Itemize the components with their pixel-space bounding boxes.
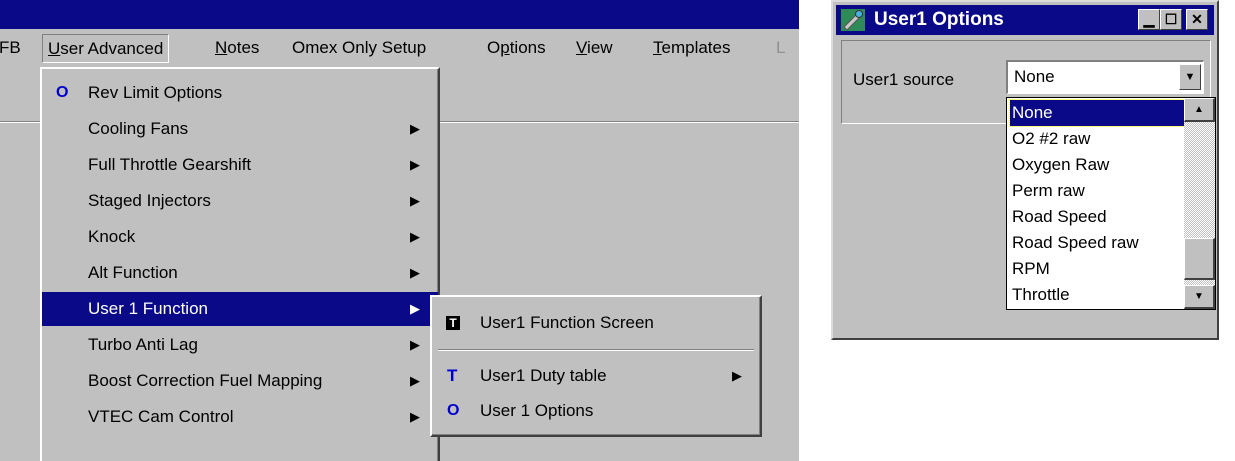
menu-view-rest: iew <box>587 38 613 57</box>
submenu-arrow-icon: ▶ <box>410 193 420 208</box>
user-advanced-menu: O Rev Limit Options Cooling Fans ▶ Full … <box>40 67 440 461</box>
submenu-arrow-icon: ▶ <box>410 301 420 316</box>
menu-item-staged-injectors[interactable]: Staged Injectors ▶ <box>42 184 438 218</box>
menu-item-label: User 1 Function <box>88 299 208 318</box>
menu-item-user1-function-screen[interactable]: T User1 Function Screen <box>432 307 760 339</box>
menu-notes-mnemonic: N <box>215 38 228 57</box>
options-glyph-icon: O <box>56 84 69 101</box>
submenu-arrow-icon: ▶ <box>410 337 420 352</box>
list-item[interactable]: Road Speed <box>1010 204 1184 230</box>
menu-item-label: Knock <box>88 227 136 246</box>
minimize-button[interactable]: ▁ <box>1138 9 1160 30</box>
menu-bar: FB User Advanced Notes Omex Only Setup O… <box>0 29 799 67</box>
maximize-button[interactable]: ☐ <box>1160 9 1182 30</box>
toolbar-divider <box>438 121 799 123</box>
menu-templates-mnemonic: T <box>653 38 662 57</box>
list-item[interactable]: Throttle <box>1010 282 1184 308</box>
wrench-icon <box>841 9 865 31</box>
submenu-arrow-icon: ▶ <box>410 229 420 244</box>
menu-templates-rest: emplates <box>661 38 731 57</box>
menu-item-label: Cooling Fans <box>88 119 189 138</box>
menu-clipped[interactable]: L <box>771 34 790 61</box>
scroll-up-arrow-icon[interactable]: ▲ <box>1184 98 1215 122</box>
menu-item-label: Full Throttle Gearshift <box>88 155 252 174</box>
close-button[interactable]: ✕ <box>1186 9 1208 30</box>
menu-omex-only-setup[interactable]: Omex Only Setup <box>287 34 431 61</box>
menu-options-rest: tions <box>509 38 546 57</box>
menu-notes[interactable]: Notes <box>210 34 264 61</box>
list-item[interactable]: None <box>1009 99 1185 127</box>
menu-user-advanced-rest: ser Advanced <box>60 39 164 58</box>
submenu-arrow-icon: ▶ <box>410 157 420 172</box>
scrollbar-thumb[interactable] <box>1184 238 1215 280</box>
title-bar <box>0 0 799 29</box>
menu-item-full-throttle-gearshift[interactable]: Full Throttle Gearshift ▶ <box>42 148 438 182</box>
menu-item-label: User1 Function Screen <box>480 313 654 332</box>
menu-item-cooling-fans[interactable]: Cooling Fans ▶ <box>42 112 438 146</box>
menu-item-label: Staged Injectors <box>88 191 211 210</box>
menu-item-vtec-cam-control[interactable]: VTEC Cam Control ▶ <box>42 400 438 434</box>
menu-item-user-1-function[interactable]: User 1 Function ▶ <box>42 292 438 326</box>
menu-separator <box>438 349 754 351</box>
menu-view[interactable]: View <box>571 34 618 61</box>
list-item[interactable]: O2 #2 raw <box>1010 126 1184 152</box>
list-item[interactable]: Perm raw <box>1010 178 1184 204</box>
menu-user-advanced[interactable]: User Advanced <box>42 34 170 63</box>
submenu-arrow-icon: ▶ <box>732 368 742 383</box>
menu-item-label: Boost Correction Fuel Mapping <box>88 371 323 390</box>
menu-options-pre: O <box>487 38 501 57</box>
menu-item-label: Rev Limit Options <box>88 83 223 102</box>
source-select-value: None <box>1014 67 1055 86</box>
chevron-down-icon[interactable]: ▼ <box>1179 64 1201 90</box>
list-item[interactable]: Oxygen Raw <box>1010 152 1184 178</box>
menu-notes-rest: otes <box>227 38 260 57</box>
menu-item-label: VTEC Cam Control <box>88 407 234 426</box>
menu-item-label: Alt Function <box>88 263 178 282</box>
menu-templates[interactable]: Templates <box>648 34 735 61</box>
dialog-title-bar[interactable]: User1 Options ▁ ☐ ✕ <box>836 5 1214 35</box>
table-glyph-icon: T <box>447 366 458 385</box>
source-label: User1 source <box>853 70 955 89</box>
submenu-arrow-icon: ▶ <box>410 265 420 280</box>
menu-item-user-1-options[interactable]: O User 1 Options <box>432 395 760 427</box>
options-glyph-icon: O <box>447 402 460 419</box>
toolbar-divider <box>0 121 40 123</box>
menu-user-advanced-mnemonic: U <box>48 39 61 58</box>
submenu-arrow-icon: ▶ <box>410 373 420 388</box>
main-window: FB User Advanced Notes Omex Only Setup O… <box>0 0 799 461</box>
source-dropdown-list: None O2 #2 raw Oxygen Raw Perm raw Road … <box>1006 97 1216 310</box>
user1-function-submenu: T User1 Function Screen T User1 Duty tab… <box>430 295 762 437</box>
dialog-title: User1 Options <box>874 9 1004 30</box>
menu-item-knock[interactable]: Knock ▶ <box>42 220 438 254</box>
menu-item-rev-limit-options[interactable]: O Rev Limit Options <box>42 76 438 110</box>
menu-item-turbo-anti-lag[interactable]: Turbo Anti Lag ▶ <box>42 328 438 362</box>
menu-item-label: User 1 Options <box>480 401 594 420</box>
list-item[interactable]: RPM <box>1010 256 1184 282</box>
scroll-down-arrow-icon[interactable]: ▼ <box>1184 285 1215 309</box>
menu-item-label: Turbo Anti Lag <box>88 335 198 354</box>
user1-options-dialog: User1 Options ▁ ☐ ✕ User1 source None ▼ … <box>831 0 1219 340</box>
menu-item-label: User1 Duty table <box>480 366 607 385</box>
menu-item-boost-correction-fuel-mapping[interactable]: Boost Correction Fuel Mapping ▶ <box>42 364 438 398</box>
menu-fb[interactable]: FB <box>0 34 26 61</box>
submenu-arrow-icon: ▶ <box>410 409 420 424</box>
submenu-arrow-icon: ▶ <box>410 121 420 136</box>
list-scrollbar[interactable]: ▲ ▼ <box>1184 98 1215 309</box>
menu-item-user1-duty-table[interactable]: T User1 Duty table ▶ <box>432 360 760 392</box>
menu-options-mnemonic: p <box>500 38 510 57</box>
menu-view-mnemonic: V <box>576 38 588 57</box>
table-glyph-icon: T <box>446 316 460 330</box>
list-item[interactable]: Road Speed raw <box>1010 230 1184 256</box>
source-select[interactable]: None ▼ <box>1006 60 1204 94</box>
menu-item-alt-function[interactable]: Alt Function ▶ <box>42 256 438 290</box>
menu-options[interactable]: Options <box>482 34 551 61</box>
